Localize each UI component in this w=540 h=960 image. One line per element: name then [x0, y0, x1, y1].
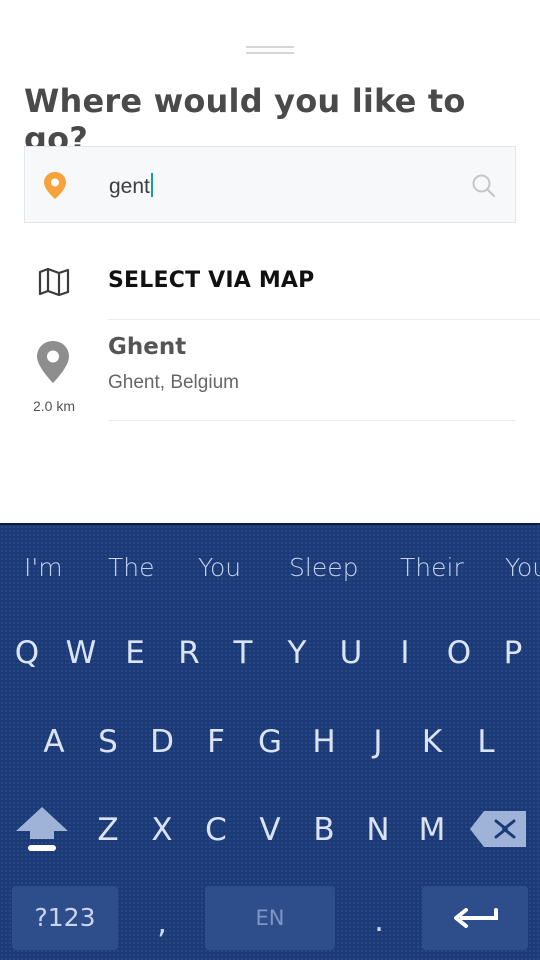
suggestion[interactable]: I'm	[24, 553, 63, 582]
key-t[interactable]: T	[223, 635, 263, 671]
suggestion[interactable]: Their	[400, 553, 464, 582]
suggestion[interactable]: You	[198, 553, 241, 582]
search-value: gent	[109, 175, 150, 198]
enter-icon	[452, 904, 500, 936]
key-g[interactable]: G	[250, 724, 290, 760]
symbols-key[interactable]: ?123	[12, 886, 118, 950]
select-via-map-label: SELECT VIA MAP	[108, 268, 315, 293]
key-u[interactable]: U	[331, 635, 371, 671]
key-i[interactable]: I	[385, 635, 425, 671]
shift-icon[interactable]	[14, 805, 70, 860]
key-d[interactable]: D	[142, 724, 182, 760]
soft-keyboard: I'm The You Sleep Their You Q W E R T Y …	[0, 523, 540, 960]
key-m[interactable]: M	[412, 812, 452, 848]
result-distance: 2.0 km	[32, 398, 75, 414]
search-input[interactable]: gent	[24, 146, 516, 223]
key-c[interactable]: C	[196, 812, 236, 848]
suggestion[interactable]: Sleep	[289, 553, 358, 582]
key-b[interactable]: B	[304, 812, 344, 848]
suggestion[interactable]: The	[108, 553, 155, 582]
key-q[interactable]: Q	[7, 635, 47, 671]
key-w[interactable]: W	[61, 635, 101, 671]
key-l[interactable]: L	[466, 724, 506, 760]
search-icon[interactable]	[471, 173, 497, 204]
select-via-map-button[interactable]: SELECT VIA MAP	[0, 248, 540, 318]
key-a[interactable]: A	[34, 724, 74, 760]
map-icon	[38, 267, 70, 301]
place-marker-icon	[35, 340, 71, 389]
location-pin-icon	[42, 171, 68, 206]
result-item[interactable]: 2.0 km Ghent Ghent, Belgium	[0, 320, 540, 420]
backspace-icon[interactable]	[468, 807, 530, 856]
key-x[interactable]: X	[142, 812, 182, 848]
space-bar[interactable]: EN	[205, 886, 335, 950]
drag-handle[interactable]	[246, 46, 294, 56]
destination-sheet: Where would you like to go? gent SELECT …	[0, 0, 540, 523]
suggestion[interactable]: You	[505, 553, 540, 582]
result-name: Ghent	[108, 334, 187, 360]
comma-key[interactable]: ,	[142, 905, 182, 941]
key-f[interactable]: F	[196, 724, 236, 760]
key-o[interactable]: O	[439, 635, 479, 671]
key-r[interactable]: R	[169, 635, 209, 671]
key-k[interactable]: K	[412, 724, 452, 760]
key-j[interactable]: J	[358, 724, 398, 760]
period-key[interactable]: .	[359, 903, 399, 939]
key-n[interactable]: N	[358, 812, 398, 848]
key-e[interactable]: E	[115, 635, 155, 671]
key-z[interactable]: Z	[88, 812, 128, 848]
enter-key[interactable]	[422, 886, 528, 950]
result-subtitle: Ghent, Belgium	[108, 372, 239, 393]
key-y[interactable]: Y	[277, 635, 317, 671]
key-p[interactable]: P	[493, 635, 533, 671]
text-cursor	[150, 173, 153, 197]
key-v[interactable]: V	[250, 812, 290, 848]
divider	[108, 420, 516, 421]
key-s[interactable]: S	[88, 724, 128, 760]
key-h[interactable]: H	[304, 724, 344, 760]
